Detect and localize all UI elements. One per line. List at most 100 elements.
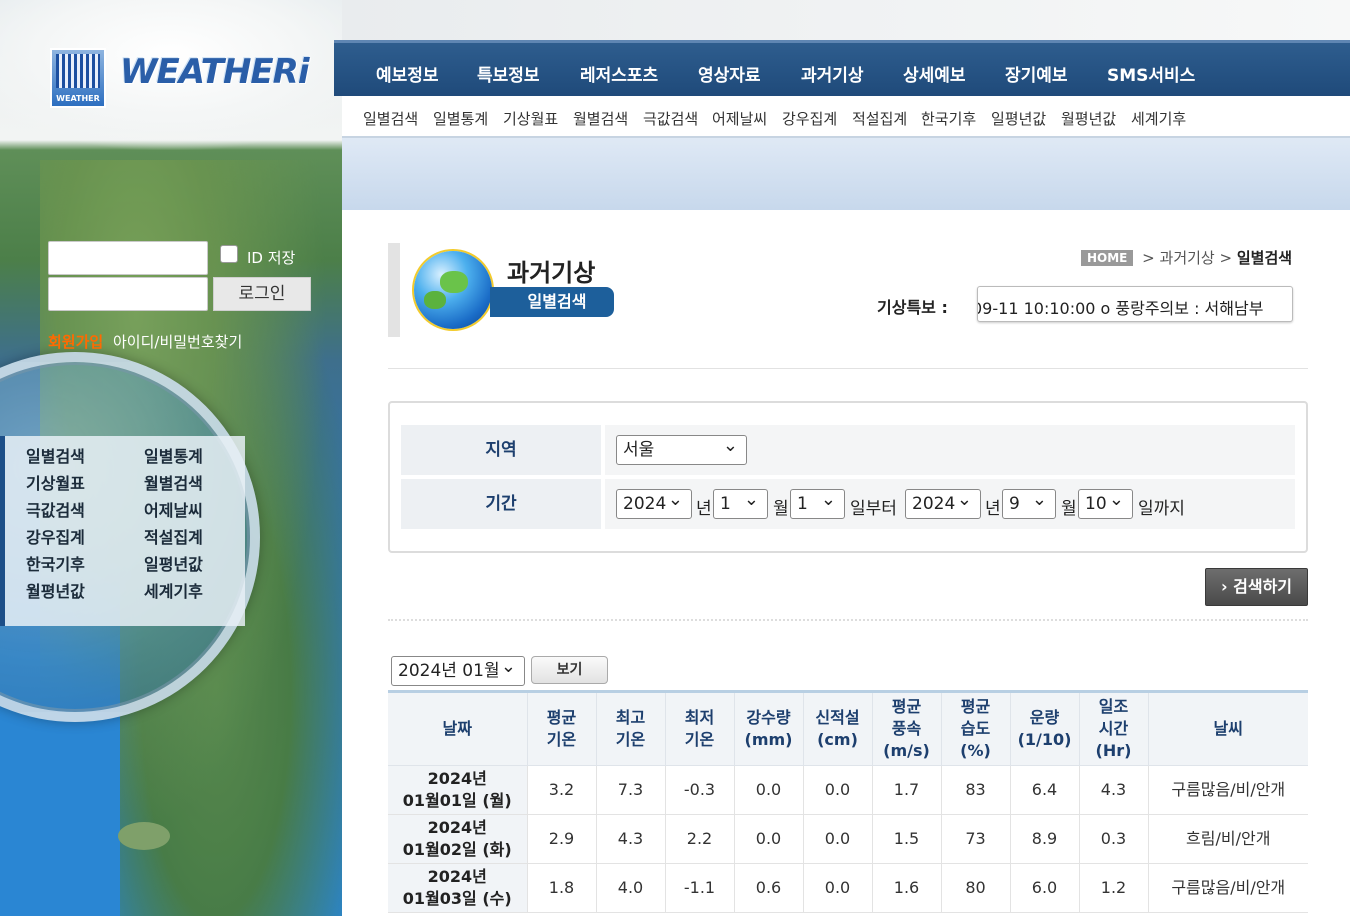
- header-text: 평균: [891, 697, 922, 716]
- sub-nav-item[interactable]: 일평년값: [991, 108, 1046, 129]
- unit-to: 일까지: [1138, 499, 1185, 519]
- sub-nav-item[interactable]: 일별통계: [433, 108, 488, 129]
- header-precip: 강수량 (mm): [734, 691, 804, 766]
- side-menu-item[interactable]: 극값검색: [26, 497, 85, 521]
- side-menu-item[interactable]: 강우집계: [26, 524, 85, 548]
- side-menu-item[interactable]: 기상월표: [26, 470, 85, 494]
- sub-nav-item[interactable]: 월평년값: [1061, 108, 1116, 129]
- header-text: 일조: [1098, 697, 1129, 716]
- logo-mark[interactable]: WEATHER: [50, 48, 106, 108]
- side-menu-item[interactable]: 세계기후: [144, 578, 203, 602]
- main-nav-item[interactable]: 영상자료: [698, 61, 761, 86]
- join-link[interactable]: 회원가입: [48, 331, 103, 352]
- alert-ticker[interactable]: 09-11 10:10:00 o 풍랑주의보 : 서해남부: [977, 286, 1293, 322]
- table-cell: 0.0: [734, 814, 804, 864]
- sub-nav-item[interactable]: 기상월표: [503, 108, 558, 129]
- table-row: 2024년 01월02일 (화) 2.9 4.3 2.2 0.0 0.0 1.5 …: [388, 814, 1308, 864]
- sub-nav-item[interactable]: 강우집계: [782, 108, 837, 129]
- header-max-temp: 최고 기온: [596, 691, 666, 766]
- sub-nav-item[interactable]: 극값검색: [643, 108, 698, 129]
- header-text: 습도: [960, 719, 991, 738]
- daily-weather-table: 날짜 평균 기온 최고 기온 최저 기온 강수량 (mm) 신적설 (cm) 평균 풍속 (m…: [388, 690, 1308, 913]
- table-cell: 1.2: [1079, 863, 1149, 913]
- main-nav-item[interactable]: 레저스포츠: [580, 61, 658, 86]
- side-menu-item[interactable]: 어제날씨: [144, 497, 203, 521]
- sub-nav-item[interactable]: 어제날씨: [712, 108, 767, 129]
- sub-nav-item[interactable]: 한국기후: [921, 108, 976, 129]
- unit-year: 년: [985, 499, 1001, 519]
- side-menu-item[interactable]: 월평년값: [26, 578, 85, 602]
- unit-month: 월: [773, 499, 789, 519]
- find-account-link[interactable]: 아이디/비밀번호찾기: [113, 331, 242, 352]
- side-menu-item[interactable]: 월별검색: [144, 470, 203, 494]
- main-nav-item[interactable]: 장기예보: [1005, 61, 1068, 86]
- table-cell: 흐림/비/안개: [1148, 814, 1308, 864]
- to-day-select[interactable]: 10: [1078, 486, 1133, 519]
- table-cell: 1.8: [527, 863, 597, 913]
- main-nav-item[interactable]: SMS서비스: [1107, 61, 1195, 86]
- header-text: (1/10): [1017, 730, 1072, 749]
- table-cell: 0.0: [803, 863, 873, 913]
- side-menu-item[interactable]: 한국기후: [26, 551, 85, 575]
- header-text: 기온: [546, 730, 577, 749]
- from-month-select[interactable]: 1: [713, 486, 768, 519]
- id-input[interactable]: [48, 241, 208, 275]
- date-cell: 2024년 01월02일 (화): [388, 814, 528, 864]
- table-cell: 8.9: [1010, 814, 1080, 864]
- globe-icon: [414, 251, 492, 329]
- main-nav-item[interactable]: 상세예보: [903, 61, 966, 86]
- sub-nav: 일별검색 일별통계 기상월표 월별검색 극값검색 어제날씨 강우집계 적설집계 …: [342, 96, 1350, 138]
- header-text: 날짜: [442, 719, 472, 738]
- sub-nav-item[interactable]: 월별검색: [573, 108, 628, 129]
- table-cell: 1.5: [872, 814, 942, 864]
- to-year-select[interactable]: 2024: [905, 486, 981, 519]
- date-year: 2024년: [427, 818, 487, 837]
- header-wind: 평균 풍속 (m/s): [872, 691, 942, 766]
- side-menu-item[interactable]: 적설집계: [144, 524, 203, 548]
- from-day-select[interactable]: 1: [790, 486, 845, 519]
- header-band: [342, 138, 1350, 210]
- header-humidity: 평균 습도 (%): [941, 691, 1011, 766]
- breadcrumb-parent[interactable]: 과거기상: [1160, 249, 1215, 267]
- logo-stripes: [56, 54, 100, 88]
- jeju-island-image: [118, 822, 170, 850]
- id-save-checkbox[interactable]: [220, 245, 238, 263]
- header-text: (m/s): [883, 741, 930, 760]
- view-button[interactable]: 보기: [531, 656, 608, 684]
- from-year-select[interactable]: 2024: [616, 486, 692, 519]
- main-nav-item[interactable]: 과거기상: [801, 61, 864, 86]
- sub-nav-item[interactable]: 적설집계: [852, 108, 907, 129]
- date-year: 2024년: [427, 769, 487, 788]
- table-cell: 73: [941, 814, 1011, 864]
- password-input[interactable]: [48, 277, 208, 311]
- table-cell: 80: [941, 863, 1011, 913]
- side-menu-item[interactable]: 일별통계: [144, 443, 203, 467]
- unit-from: 일부터: [850, 499, 897, 519]
- globe-land-shape: [440, 271, 468, 293]
- chevron-right-icon: ›: [1220, 577, 1228, 596]
- date-cell: 2024년 01월01일 (월): [388, 765, 528, 815]
- period-label: 기간: [401, 479, 601, 529]
- month-select[interactable]: 2024년 01월: [391, 653, 525, 686]
- table-cell: 구름많음/비/안개: [1148, 765, 1308, 815]
- to-month-select[interactable]: 9: [1002, 486, 1056, 519]
- side-menu-item[interactable]: 일별검색: [26, 443, 85, 467]
- login-button[interactable]: 로그인: [213, 277, 311, 311]
- unit-month: 월: [1061, 499, 1077, 519]
- page-title: 과거기상: [507, 259, 596, 287]
- main-nav-item[interactable]: 특보정보: [477, 61, 540, 86]
- table-row: 2024년 01월01일 (월) 3.2 7.3 -0.3 0.0 0.0 1.7…: [388, 765, 1308, 815]
- search-button[interactable]: › 검색하기: [1205, 568, 1308, 606]
- logo-text[interactable]: WEATHERi: [120, 52, 309, 92]
- header-text: 시간: [1098, 719, 1129, 738]
- sub-nav-item[interactable]: 세계기후: [1131, 108, 1186, 129]
- globe-land-shape: [424, 291, 446, 309]
- table-cell: 1.6: [872, 863, 942, 913]
- region-select[interactable]: 서울: [616, 432, 747, 465]
- side-menu-item[interactable]: 일평년값: [144, 551, 203, 575]
- unit-year: 년: [696, 499, 712, 519]
- home-link[interactable]: HOME: [1081, 250, 1134, 266]
- header-text: 평균: [960, 697, 991, 716]
- main-nav-item[interactable]: 예보정보: [376, 61, 439, 86]
- sub-nav-item[interactable]: 일별검색: [363, 108, 418, 129]
